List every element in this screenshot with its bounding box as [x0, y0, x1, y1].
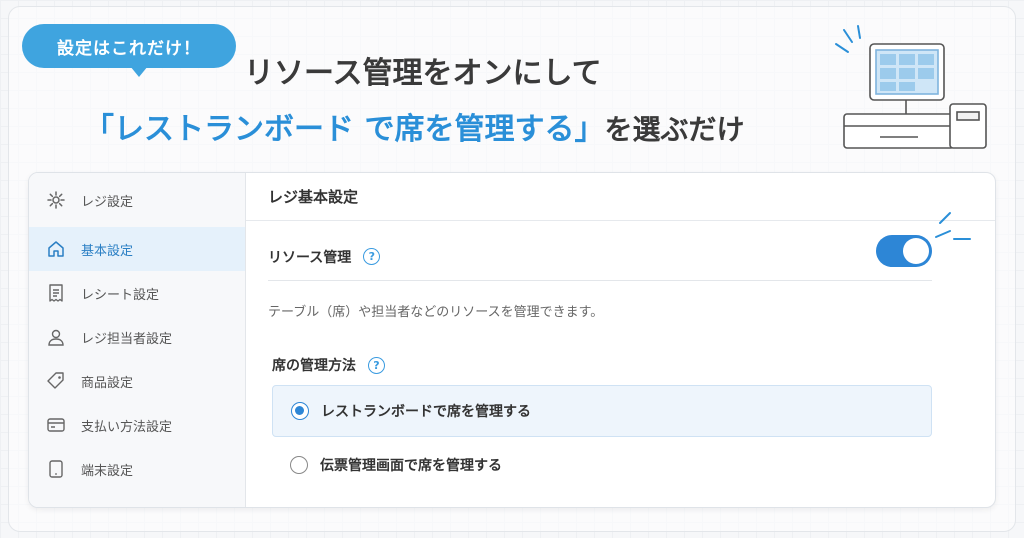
- resource-management-row: リソース管理 ?: [268, 233, 932, 281]
- sidebar-item-label: レシート設定: [81, 287, 160, 303]
- page-title: レジ基本設定: [246, 173, 995, 221]
- radio-selected-icon[interactable]: [291, 402, 309, 420]
- radio-unselected-icon[interactable]: [290, 456, 308, 474]
- sidebar-item-receipt-settings[interactable]: レシート設定: [29, 271, 245, 315]
- callout-badge: 設定はこれだけ！: [22, 24, 236, 77]
- option-restaurant-board[interactable]: レストランボードで席を管理する: [272, 385, 932, 437]
- help-icon[interactable]: ?: [368, 356, 385, 374]
- receipt-icon: [45, 282, 67, 304]
- sidebar-item-basic-settings[interactable]: 基本設定: [29, 227, 245, 271]
- user-icon: [45, 326, 67, 348]
- headline-line2: 「レストランボード で席を管理する」を選ぶだけ: [84, 104, 824, 148]
- sidebar-item-label: 基本設定: [81, 243, 134, 259]
- tablet-icon: [45, 458, 67, 480]
- headline-highlight: 「レストランボード で席を管理する」: [84, 112, 605, 147]
- spark-lines-icon: [935, 212, 971, 240]
- resource-management-label: リソース管理: [268, 249, 352, 266]
- headline-line1: リソース管理をオンにして: [244, 56, 602, 91]
- seat-method-label: 席の管理方法: [272, 358, 356, 374]
- option-label: 伝票管理画面で席を管理する: [320, 458, 502, 474]
- home-icon: [45, 238, 67, 260]
- option-label: レストランボードで席を管理する: [321, 404, 531, 420]
- sidebar-item-device-settings[interactable]: 端末設定: [29, 447, 245, 491]
- sidebar-item-label: 商品設定: [81, 375, 134, 391]
- toggle-knob: [903, 238, 929, 264]
- help-icon[interactable]: ?: [363, 248, 381, 265]
- sidebar-item-register-settings[interactable]: レジ設定: [29, 173, 245, 227]
- sidebar-item-label: 支払い方法設定: [81, 419, 173, 435]
- tag-icon: [45, 370, 67, 392]
- card-icon: [45, 414, 67, 436]
- sidebar-item-staff-settings[interactable]: レジ担当者設定: [29, 315, 245, 359]
- option-slip-management[interactable]: 伝票管理画面で席を管理する: [272, 439, 932, 491]
- main-content: レジ基本設定 リソース管理 ? テーブル（席）や担当者などのリソースを管理できま…: [246, 173, 995, 507]
- sidebar-item-payment-settings[interactable]: 支払い方法設定: [29, 403, 245, 447]
- pos-register-illustration: [835, 25, 987, 149]
- resource-description: テーブル（席）や担当者などのリソースを管理できます。: [268, 305, 604, 320]
- callout-badge-text: 設定はこれだけ！: [57, 38, 201, 59]
- sidebar: レジ設定 基本設定 レシート設定 レジ担当者設定 商品設定 支払い方法設定 端末…: [29, 173, 246, 507]
- sidebar-item-product-settings[interactable]: 商品設定: [29, 359, 245, 403]
- gear-icon: [45, 189, 67, 211]
- resource-management-toggle[interactable]: [876, 235, 932, 267]
- headline-rest: を選ぶだけ: [604, 113, 745, 146]
- sidebar-item-label: レジ担当者設定: [81, 331, 173, 347]
- settings-panel: レジ設定 基本設定 レシート設定 レジ担当者設定 商品設定 支払い方法設定 端末…: [28, 172, 996, 508]
- seat-method-heading: 席の管理方法 ?: [272, 355, 385, 375]
- sidebar-item-label: 端末設定: [81, 463, 134, 479]
- sidebar-item-label: レジ設定: [81, 194, 134, 210]
